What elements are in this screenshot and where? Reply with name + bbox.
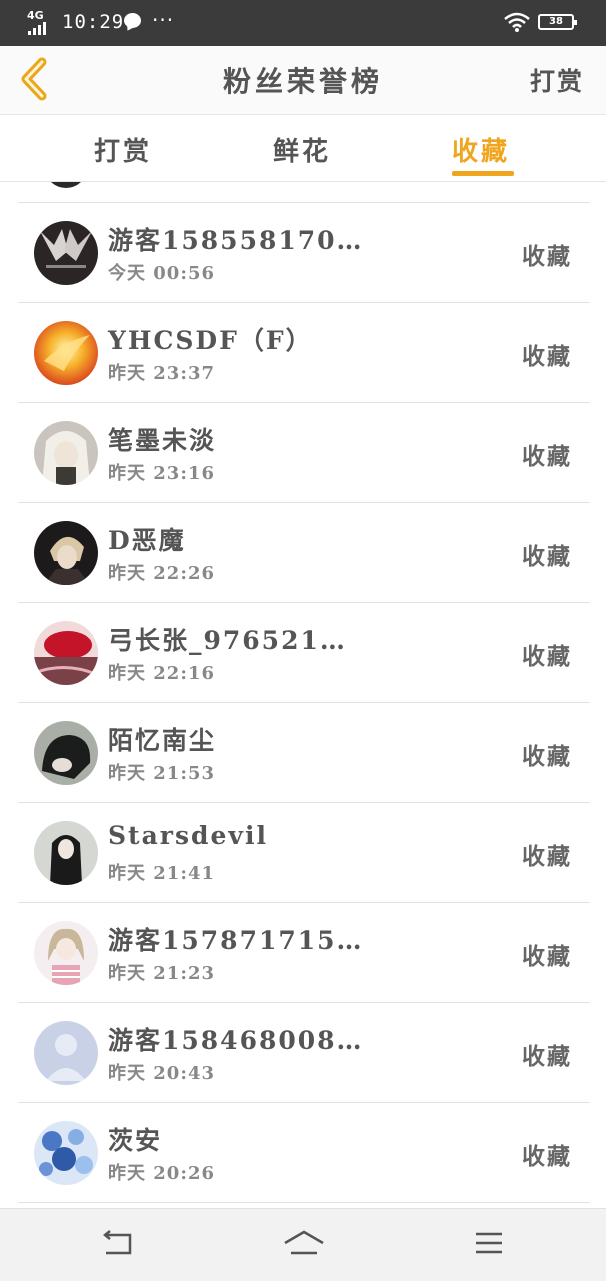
home-nav-icon[interactable] (283, 1229, 325, 1257)
fan-time: 昨天 20:26 (108, 1163, 216, 1184)
fan-name: 笔墨未淡 (108, 426, 217, 455)
fan-time: 昨天 23:16 (108, 463, 216, 484)
list-item[interactable]: D恶魔 昨天 22:26 收藏 (18, 502, 590, 603)
fan-time: 昨天 20:43 (108, 1063, 216, 1084)
battery-icon: 38 (538, 14, 577, 30)
fan-name: 茨安 (108, 1126, 163, 1155)
list-item[interactable]: 游客158558170… 今天 00:56 收藏 (18, 202, 590, 303)
fan-time: 昨天 22:16 (108, 663, 216, 684)
back-nav-icon[interactable] (100, 1229, 134, 1257)
fan-time: 昨天 21:23 (108, 963, 216, 984)
action-label: 收藏 (522, 743, 572, 770)
fan-name: YHCSDF（F） (108, 326, 313, 355)
tab-favorites[interactable]: 收藏 (452, 131, 510, 168)
blue-flowers-avatar (34, 1121, 98, 1185)
avatar (46, 182, 86, 188)
list-item[interactable]: 陌忆南尘 昨天 21:53 收藏 (18, 702, 590, 803)
tab-flowers[interactable]: 鲜花 (273, 131, 331, 168)
fan-name: 游客158468008… (108, 1026, 364, 1055)
action-label: 收藏 (522, 343, 572, 370)
fan-time: 昨天 22:26 (108, 563, 216, 584)
dark-hair-avatar (34, 721, 98, 785)
system-navigation-bar (0, 1208, 606, 1281)
fan-time: 昨天 23:37 (108, 363, 216, 384)
list-item[interactable]: 游客158468008… 昨天 20:43 收藏 (18, 1002, 590, 1103)
fan-name: 陌忆南尘 (108, 726, 217, 755)
wolf-avatar (34, 221, 98, 285)
fan-name: Starsdevil (108, 821, 268, 850)
action-label: 收藏 (522, 243, 572, 270)
action-label: 收藏 (522, 1043, 572, 1070)
fan-time: 昨天 21:41 (108, 863, 216, 884)
red-umbrella-avatar (34, 621, 98, 685)
ranking-tabs: 打赏 鲜花 收藏 (0, 115, 606, 182)
list-item[interactable]: 游客157871715… 昨天 21:23 收藏 (18, 902, 590, 1003)
anime-girl-pink-avatar (34, 921, 98, 985)
action-label: 收藏 (522, 1143, 572, 1170)
action-label: 收藏 (522, 643, 572, 670)
action-label: 收藏 (522, 443, 572, 470)
action-label: 收藏 (522, 543, 572, 570)
fan-name: 游客158558170… (108, 226, 364, 255)
list-item[interactable]: Starsdevil 昨天 21:41 收藏 (18, 802, 590, 903)
anime-boy-avatar (34, 521, 98, 585)
phoenix-avatar (34, 321, 98, 385)
list-item[interactable]: 茨安 昨天 20:26 收藏 (18, 1102, 590, 1203)
anime-white-hair-avatar (34, 421, 98, 485)
status-time: 10:29 (62, 11, 125, 33)
active-tab-indicator (452, 171, 514, 176)
signal-icon (28, 22, 46, 35)
menu-nav-icon[interactable] (474, 1229, 504, 1257)
default-user-avatar (34, 1021, 98, 1085)
app-header: 粉丝荣誉榜 打赏 (0, 46, 606, 115)
wifi-icon (504, 12, 530, 32)
fan-name: 弓长张_976521… (108, 626, 347, 655)
list-item[interactable]: 弓长张_976521… 昨天 22:16 收藏 (18, 602, 590, 703)
list-item[interactable]: 笔墨未淡 昨天 23:16 收藏 (18, 402, 590, 503)
fan-time: 昨天 21:53 (108, 763, 216, 784)
reward-button[interactable]: 打赏 (530, 62, 584, 98)
action-label: 收藏 (522, 843, 572, 870)
action-label: 收藏 (522, 943, 572, 970)
more-notifications-icon: ··· (152, 8, 175, 32)
fan-time: 今天 00:56 (108, 263, 216, 284)
page-title: 粉丝荣誉榜 (222, 65, 383, 98)
girl-black-hair-avatar (34, 821, 98, 885)
fan-name: D恶魔 (108, 526, 186, 555)
fan-list[interactable]: 游客158558170… 今天 00:56 收藏 YHCSDF（F） 昨天 23… (0, 182, 606, 1208)
message-notification-icon (124, 13, 141, 28)
fan-name: 游客157871715… (108, 926, 364, 955)
tab-reward[interactable]: 打赏 (94, 131, 152, 168)
status-bar: 4G 10:29 ··· 38 (0, 0, 606, 46)
network-type: 4G (27, 9, 44, 22)
list-item[interactable]: YHCSDF（F） 昨天 23:37 收藏 (18, 302, 590, 403)
